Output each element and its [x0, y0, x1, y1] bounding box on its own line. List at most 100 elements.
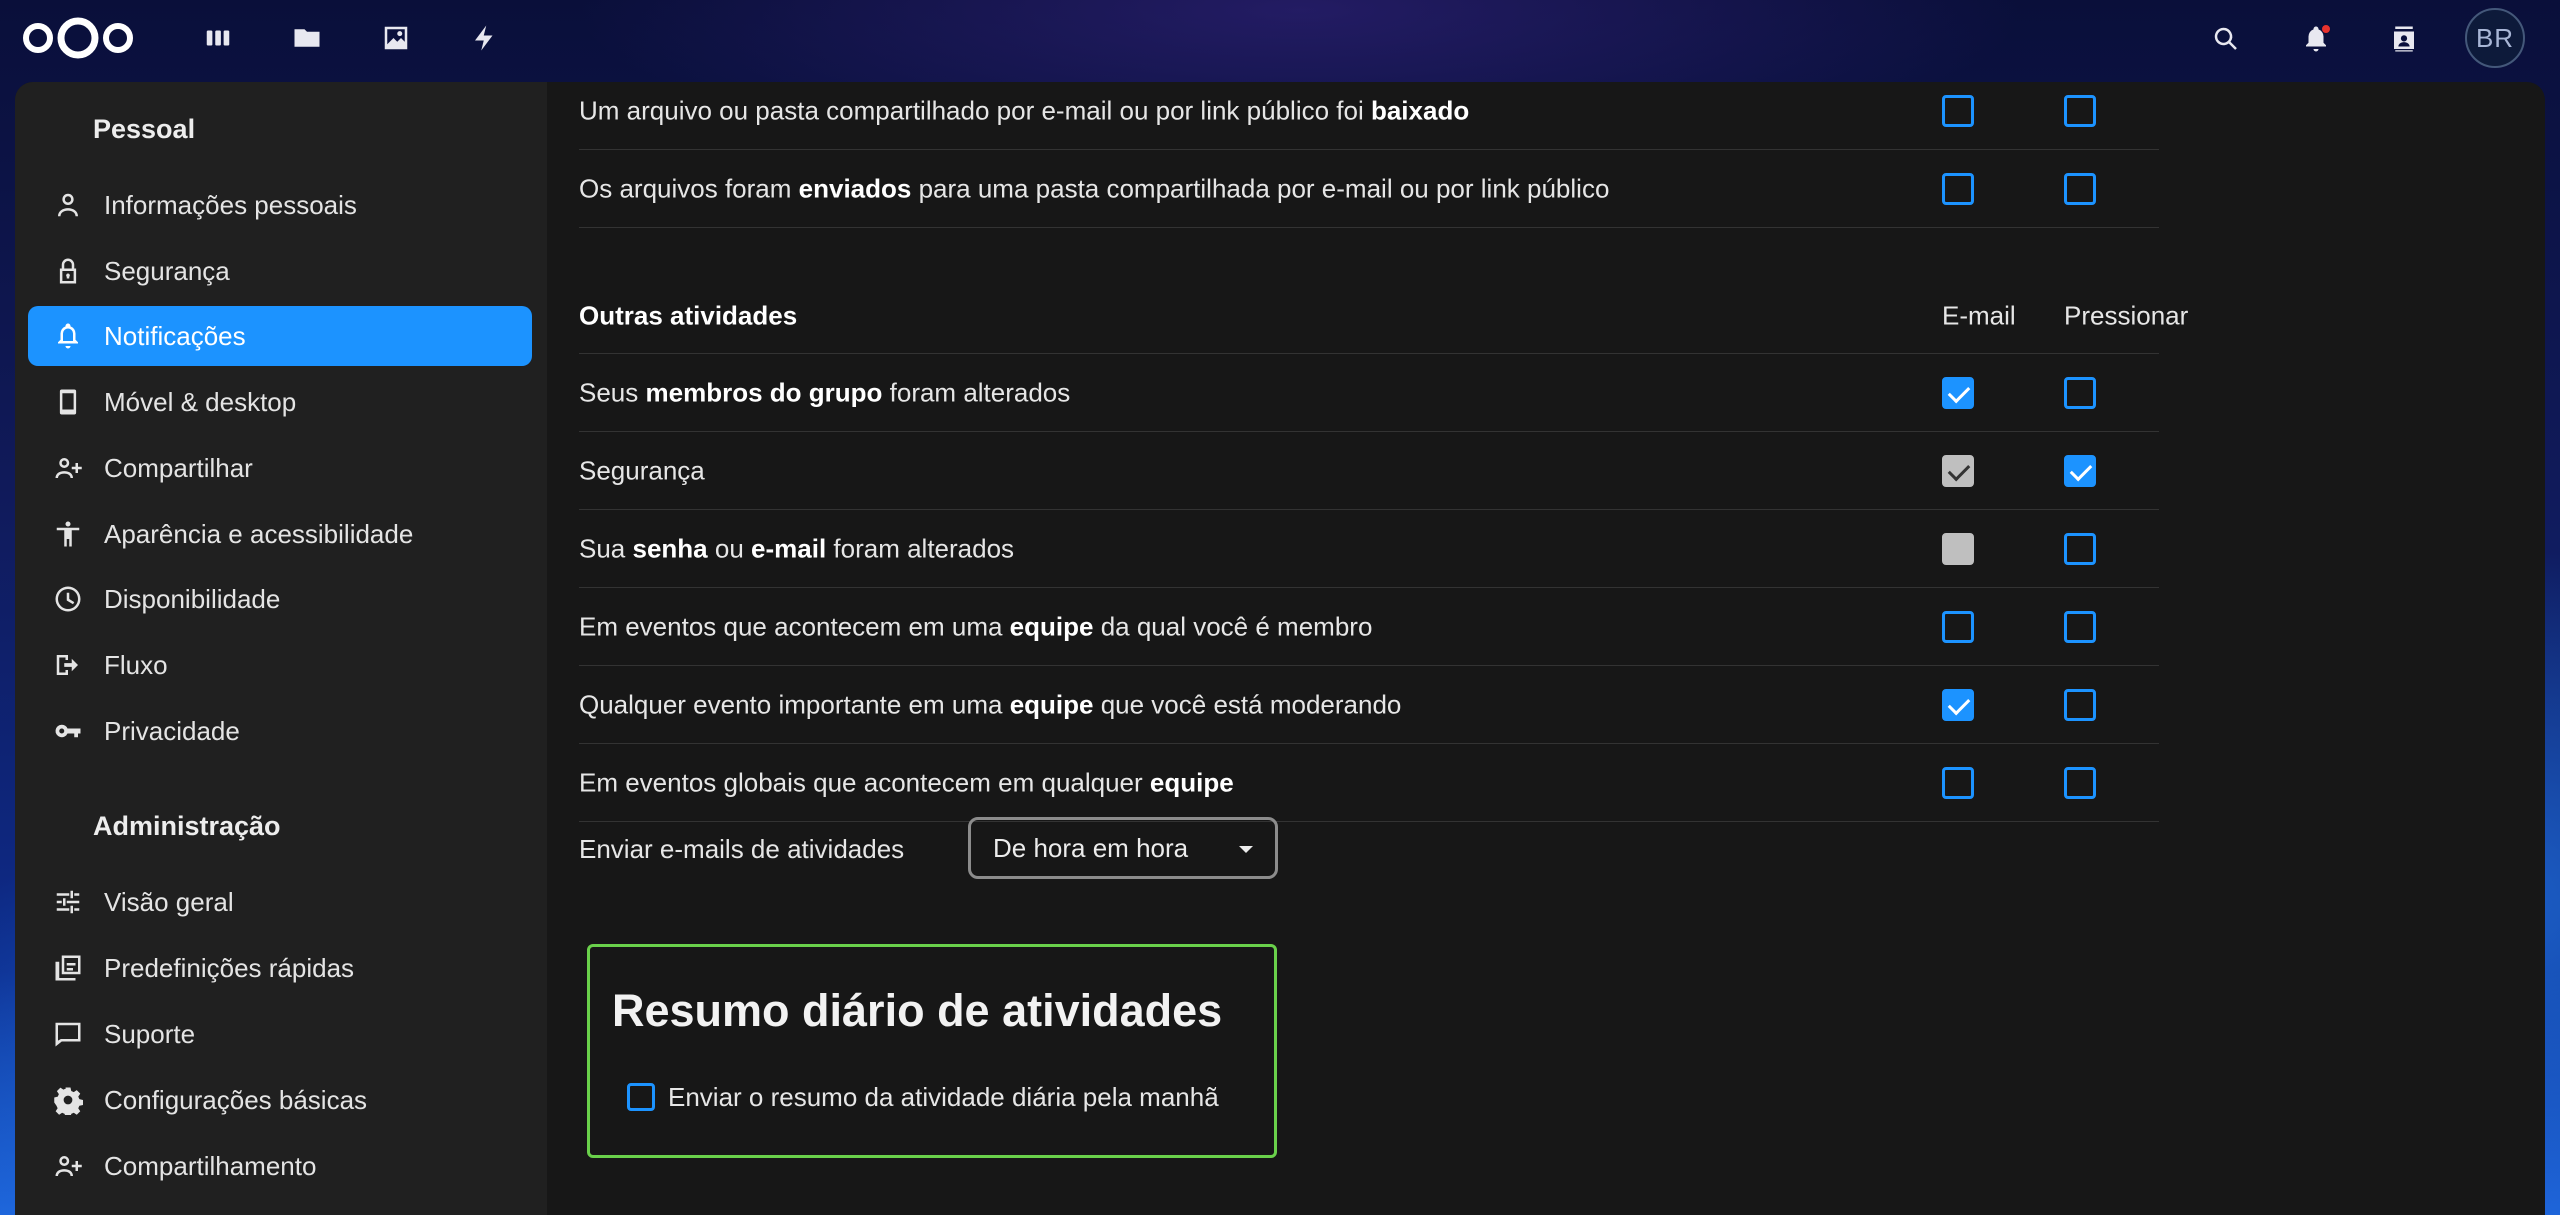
daily-digest-section: Resumo diário de atividades Enviar o res… [587, 944, 1277, 1158]
share-user-icon [50, 1148, 86, 1184]
photos-icon[interactable] [376, 18, 416, 58]
sidebar-item-label: Configurações básicas [104, 1084, 368, 1115]
row-text-bold: equipe [1009, 689, 1094, 719]
sidebar-item-basic-settings[interactable]: Configurações básicas [28, 1070, 548, 1130]
sidebar-item-privacy[interactable]: Privacidade [28, 701, 548, 761]
presets-icon [50, 950, 86, 986]
email-frequency-label: Enviar e-mails de atividades [579, 834, 905, 864]
accessibility-icon [50, 516, 86, 552]
section-title: Outras atividades [579, 300, 798, 330]
row-text-bold: equipe [1149, 767, 1234, 797]
row-text-bold: enviados [798, 173, 912, 203]
search-icon[interactable] [2203, 16, 2249, 62]
sidebar-item-mobile-desktop[interactable]: Móvel & desktop [28, 372, 548, 432]
bell-icon [50, 318, 86, 354]
row-text: Sua [579, 533, 633, 563]
activity-row: Em eventos globais que acontecem em qual… [579, 744, 2159, 822]
email-frequency-value: De hora em hora [993, 832, 1189, 863]
row-text: foram alterados [826, 533, 1015, 563]
sidebar-item-overview[interactable]: Visão geral [28, 872, 548, 932]
sidebar-item-personal-info[interactable]: Informações pessoais [28, 175, 548, 235]
settings-sidebar: Pessoal Informações pessoais Segurança N… [15, 82, 547, 1215]
email-checkbox[interactable] [1942, 610, 1974, 643]
sidebar-item-appearance[interactable]: Aparência e acessibilidade [28, 504, 548, 564]
email-checkbox[interactable] [1942, 688, 1974, 721]
sidebar-item-label: Predefinições rápidas [104, 952, 355, 983]
support-icon [50, 1016, 86, 1052]
push-checkbox[interactable] [2064, 532, 2096, 565]
sidebar-heading-administration: Administração [93, 811, 281, 841]
activity-row: Sua senha ou e-mail foram alterados [579, 510, 2159, 588]
sidebar-item-security[interactable]: Segurança [28, 241, 548, 301]
contacts-icon[interactable] [2381, 16, 2427, 62]
sidebar-item-flow[interactable]: Fluxo [28, 635, 548, 695]
sidebar-item-label: Compartilhamento [104, 1150, 317, 1181]
push-checkbox[interactable] [2064, 94, 2096, 127]
clock-icon [50, 581, 86, 617]
user-avatar[interactable]: BR [2465, 8, 2525, 68]
sidebar-item-label: Suporte [104, 1018, 196, 1049]
row-text: foram alterados [882, 377, 1071, 407]
daily-digest-label[interactable]: Enviar o resumo da atividade diária pela… [668, 1082, 1219, 1113]
push-checkbox[interactable] [2064, 766, 2096, 799]
push-checkbox[interactable] [2064, 454, 2096, 487]
sidebar-item-label: Aparência e acessibilidade [104, 518, 414, 549]
activity-icon[interactable] [465, 18, 505, 58]
sliders-icon [50, 884, 86, 920]
sidebar-item-sharing[interactable]: Compartilhar [28, 438, 548, 498]
sidebar-item-label: Fluxo [104, 649, 168, 680]
push-checkbox[interactable] [2064, 610, 2096, 643]
phone-icon [50, 384, 86, 420]
sidebar-item-label: Notificações [104, 320, 246, 351]
sidebar-heading-personal: Pessoal [93, 114, 196, 144]
row-text-bold: membros do grupo [645, 377, 883, 407]
email-frequency-select[interactable]: De hora em hora [968, 817, 1278, 879]
activity-row: Seus membros do grupo foram alterados [579, 354, 2159, 432]
daily-digest-title: Resumo diário de atividades [612, 985, 1223, 1036]
row-text: Em eventos que acontecem em uma [579, 611, 1010, 641]
row-text-bold: baixado [1370, 95, 1470, 125]
row-text: ou [707, 533, 752, 563]
row-text: que você está moderando [1093, 689, 1402, 719]
user-icon [50, 187, 86, 223]
sidebar-item-label: Segurança [104, 255, 230, 286]
notifications-settings: Um arquivo ou pasta compartilhado por e-… [547, 82, 2545, 1215]
email-checkbox[interactable] [1942, 766, 1974, 799]
dashboard-icon[interactable] [198, 18, 238, 58]
push-checkbox[interactable] [2064, 688, 2096, 721]
nextcloud-logo[interactable] [20, 16, 136, 60]
email-checkbox[interactable] [1942, 94, 1974, 127]
sidebar-item-quick-presets[interactable]: Predefinições rápidas [28, 938, 548, 998]
row-text: Qualquer evento importante em uma [579, 689, 1010, 719]
activity-row: Segurança [579, 432, 2159, 510]
chevron-down-icon [1239, 846, 1253, 853]
activity-row: Os arquivos foram enviados para uma past… [579, 150, 2159, 228]
push-checkbox[interactable] [2064, 376, 2096, 409]
email-checkbox[interactable] [1942, 376, 1974, 409]
notifications-bell-icon[interactable] [2293, 16, 2339, 62]
sidebar-item-label: Disponibilidade [104, 583, 281, 614]
row-text: Segurança [579, 455, 705, 485]
lock-icon [50, 253, 86, 289]
sidebar-item-notifications[interactable]: Notificações [28, 306, 532, 366]
row-text: da qual você é membro [1093, 611, 1373, 641]
files-icon[interactable] [287, 18, 327, 58]
gear-icon [50, 1082, 86, 1118]
email-checkbox [1942, 532, 1974, 565]
push-checkbox[interactable] [2064, 172, 2096, 205]
sidebar-item-sharing-admin[interactable]: Compartilhamento [28, 1136, 548, 1196]
row-text-bold: equipe [1009, 611, 1094, 641]
row-text: Os arquivos foram [579, 173, 799, 203]
section-header-row: Outras atividades E-mail Pressionar [579, 278, 2188, 354]
flow-icon [50, 647, 86, 683]
settings-panel: Pessoal Informações pessoais Segurança N… [15, 82, 2545, 1215]
daily-digest-checkbox[interactable] [627, 1083, 655, 1111]
sidebar-item-support[interactable]: Suporte [28, 1004, 548, 1064]
sidebar-item-label: Móvel & desktop [104, 386, 297, 417]
sidebar-item-availability[interactable]: Disponibilidade [28, 569, 548, 629]
notification-badge [2321, 24, 2331, 34]
column-header-email: E-mail [1942, 300, 2016, 330]
email-checkbox[interactable] [1942, 172, 1974, 205]
email-checkbox [1942, 454, 1974, 487]
row-text: Em eventos globais que acontecem em qual… [579, 767, 1150, 797]
